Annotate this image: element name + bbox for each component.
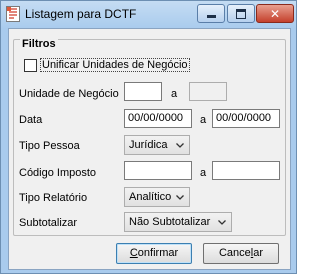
business-unit-to-separator: a: [171, 88, 178, 100]
tax-code-label: Código Imposto: [19, 167, 97, 179]
date-from-input[interactable]: 00/00/0000: [124, 109, 192, 128]
unify-units-label[interactable]: Unificar Unidades de Negócio: [40, 58, 190, 72]
chevron-down-icon: [176, 143, 184, 148]
business-unit-label: Unidade de Negócio: [19, 88, 119, 100]
chevron-down-icon: [218, 220, 226, 225]
person-type-select[interactable]: Jurídica: [124, 135, 190, 155]
document-icon: [6, 6, 20, 22]
dialog-client-area: Filtros Unificar Unidades de Negócio Uni…: [8, 28, 291, 270]
chevron-down-icon: [176, 195, 184, 200]
confirm-button[interactable]: Confirmar: [116, 243, 192, 264]
cancel-label-suffix: ar: [253, 247, 264, 259]
person-type-label: Tipo Pessoa: [19, 140, 80, 152]
window-title: Listagem para DCTF: [25, 7, 137, 21]
unify-units-checkbox-row[interactable]: Unificar Unidades de Negócio: [24, 58, 190, 72]
tax-code-to-input[interactable]: [212, 161, 280, 180]
date-to-separator: a: [200, 114, 207, 126]
filters-group-label: Filtros: [20, 38, 58, 50]
confirm-mnemonic: C: [129, 247, 138, 259]
subtotal-label: Subtotalizar: [19, 217, 78, 229]
person-type-selected-value: Jurídica: [129, 139, 168, 151]
minimize-icon: [206, 14, 216, 18]
date-label: Data: [19, 114, 43, 126]
report-type-selected-value: Analítico: [129, 191, 172, 203]
subtotal-selected-value: Não Subtotalizar: [129, 216, 211, 228]
title-bar[interactable]: Listagem para DCTF ✕: [1, 1, 296, 29]
subtotal-select[interactable]: Não Subtotalizar: [124, 212, 232, 232]
business-unit-to-input[interactable]: [189, 82, 227, 101]
close-button[interactable]: ✕: [256, 4, 294, 23]
dialog-window: Listagem para DCTF ✕ Filtros Unificar Un…: [0, 0, 297, 274]
confirm-label: onfirmar: [137, 247, 179, 259]
report-type-label: Tipo Relatório: [19, 192, 88, 204]
cancel-label-prefix: Cance: [218, 247, 251, 259]
filters-groupbox: Filtros Unificar Unidades de Negócio Uni…: [13, 39, 286, 236]
unify-units-checkbox[interactable]: [24, 58, 37, 72]
tax-code-to-separator: a: [200, 167, 207, 179]
business-unit-from-input[interactable]: [124, 82, 162, 101]
close-icon: ✕: [269, 6, 281, 21]
date-to-input[interactable]: 00/00/0000: [212, 109, 280, 128]
cancel-button[interactable]: Cancelar: [203, 243, 279, 264]
tax-code-from-input[interactable]: [124, 161, 192, 180]
report-type-select[interactable]: Analítico: [124, 187, 190, 207]
minimize-button[interactable]: [197, 4, 225, 23]
maximize-button[interactable]: [227, 4, 255, 23]
maximize-icon: [236, 8, 246, 19]
